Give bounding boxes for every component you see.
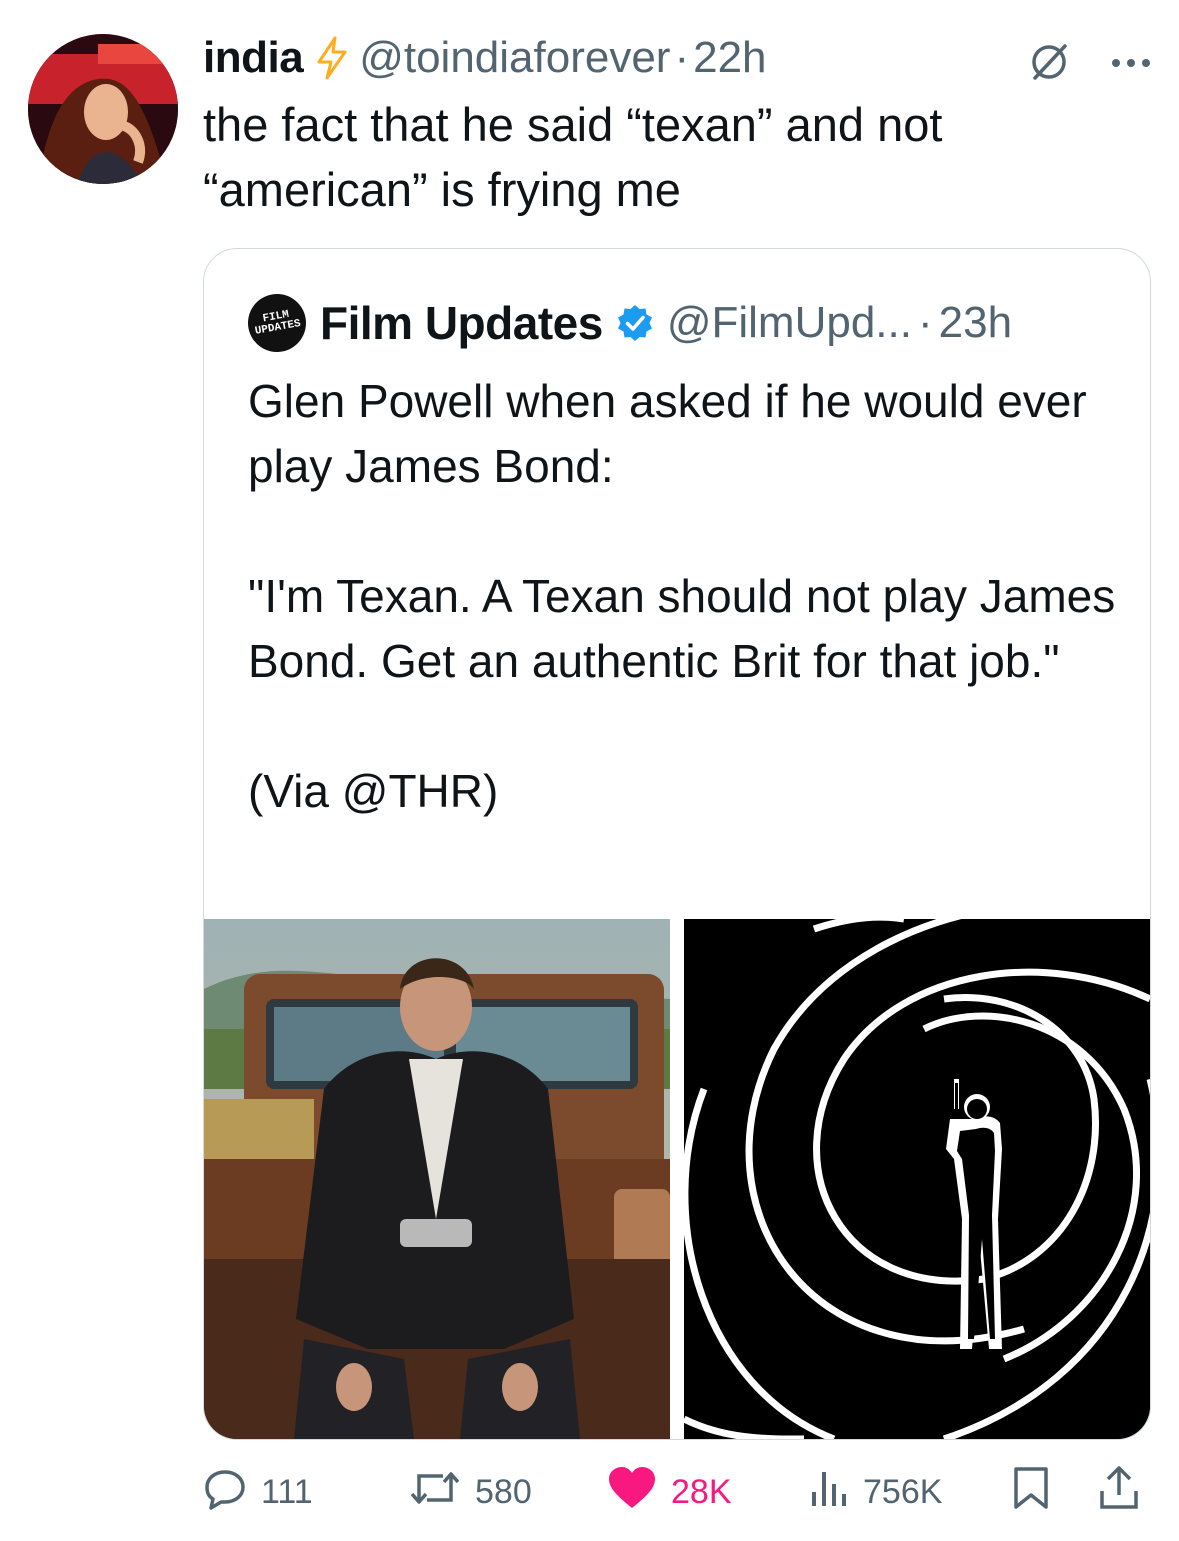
quote-timestamp[interactable]: 23h — [939, 298, 1012, 348]
bookmark-icon — [1011, 1465, 1051, 1520]
quote-author-handle[interactable]: @FilmUpd... — [667, 298, 912, 348]
lightning-bolt-icon — [315, 36, 349, 80]
more-icon[interactable] — [1111, 56, 1151, 74]
like-count: 28K — [671, 1472, 732, 1511]
quoted-tweet[interactable]: FILM UPDATES Film Updates @FilmUpd... · … — [203, 248, 1151, 1440]
tweet-header: india @toindiaforever · 22h — [203, 30, 767, 86]
avatar[interactable] — [28, 34, 178, 184]
media-grid — [204, 919, 1150, 1439]
verified-badge-icon — [615, 303, 655, 343]
views-icon — [809, 1466, 849, 1519]
quote-separator-dot: · — [917, 298, 933, 347]
reply-button[interactable]: 111 — [203, 1462, 313, 1522]
photo-glen-powell[interactable] — [204, 919, 670, 1439]
like-button[interactable]: 28K — [607, 1462, 732, 1522]
like-icon — [607, 1466, 657, 1519]
action-bar: 111 580 28K 756K — [203, 1462, 1149, 1522]
no-entry-icon[interactable] — [1027, 40, 1071, 89]
film-updates-logo[interactable]: FILM UPDATES — [243, 289, 311, 357]
author-handle[interactable]: @toindiaforever — [359, 33, 670, 83]
quote-text: Glen Powell when asked if he would ever … — [248, 375, 1116, 817]
repost-count: 580 — [475, 1472, 532, 1511]
repost-button[interactable]: 580 — [409, 1462, 532, 1522]
tweet-text: the fact that he said “texan” and not “a… — [203, 98, 943, 216]
separator-dot: · — [674, 33, 690, 82]
reply-count: 111 — [261, 1472, 313, 1511]
quote-author-name[interactable]: Film Updates — [320, 296, 603, 350]
tweet-header-actions — [1027, 40, 1151, 89]
quote-header: FILM UPDATES Film Updates @FilmUpd... · … — [243, 289, 1012, 357]
photo-james-bond-gunbarrel[interactable] — [684, 919, 1150, 1439]
share-icon — [1097, 1465, 1141, 1520]
timestamp[interactable]: 22h — [693, 33, 766, 83]
views-button[interactable]: 756K — [809, 1462, 942, 1522]
bookmark-button[interactable] — [1011, 1462, 1051, 1522]
reply-icon — [203, 1466, 247, 1519]
author-name[interactable]: india — [203, 33, 304, 83]
views-count: 756K — [863, 1472, 943, 1511]
share-button[interactable] — [1097, 1462, 1141, 1522]
repost-icon — [409, 1466, 461, 1519]
logo-text-line2: UPDATES — [254, 318, 302, 338]
